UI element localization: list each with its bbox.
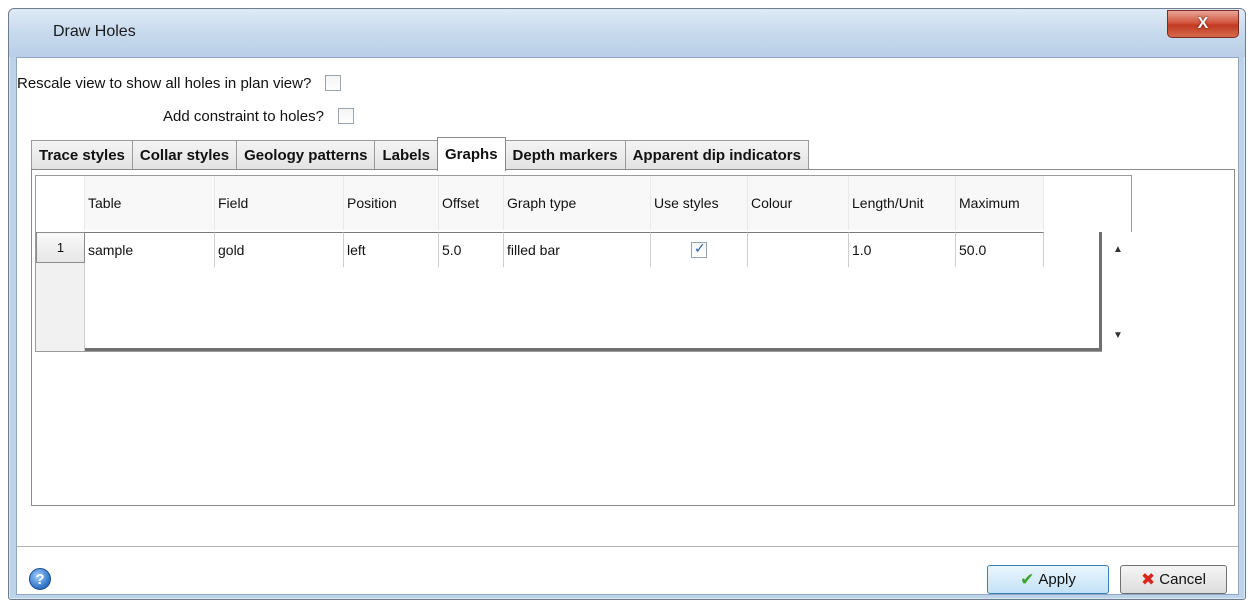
cell-offset[interactable]: 5.0 [439,232,504,267]
tab-bar: Trace styles Collar styles Geology patte… [31,137,809,171]
graphs-tab-panel: Table Field Position Offset Graph type U… [31,169,1235,506]
rescale-label: Rescale view to show all holes in plan v… [17,74,312,92]
header-corner [36,176,85,230]
vertical-scrollbar[interactable]: ▲ ▼ [1102,232,1132,352]
row-header[interactable]: 1 [36,232,85,263]
draw-holes-dialog: Draw Holes X Rescale view to show all ho… [8,8,1246,600]
footer-divider [17,546,1238,547]
column-header-length-unit[interactable]: Length/Unit [849,176,956,230]
tab-collar-styles[interactable]: Collar styles [131,140,238,170]
cell-position[interactable]: left [344,232,439,267]
cell-graph-type[interactable]: filled bar [504,232,651,267]
tab-labels[interactable]: Labels [374,140,439,170]
green-check-icon: ✔ [1020,569,1035,589]
column-header-field[interactable]: Field [215,176,344,230]
graphs-table: Table Field Position Offset Graph type U… [35,175,1132,352]
column-header-table[interactable]: Table [85,176,215,230]
window-title: Draw Holes [53,23,136,40]
cell-table[interactable]: sample [85,232,215,267]
constraint-label: Add constraint to holes? [163,107,324,125]
cell-maximum[interactable]: 50.0 [956,232,1044,267]
cell-use-styles[interactable] [651,232,748,267]
column-header-graph-type[interactable]: Graph type [504,176,651,230]
red-x-icon: ✖ [1141,569,1156,589]
cancel-label: Cancel [1159,571,1206,588]
title-bar[interactable]: Draw Holes X [9,9,1245,57]
cell-field[interactable]: gold [215,232,344,267]
rescale-checkbox[interactable] [325,75,342,91]
tab-apparent-dip-indicators[interactable]: Apparent dip indicators [624,140,809,170]
help-button[interactable]: ? [29,568,51,590]
constraint-checkbox[interactable] [337,108,354,124]
scroll-down-arrow-icon[interactable]: ▼ [1113,330,1123,341]
constraint-option-row: Add constraint to holes? [163,105,354,127]
tab-trace-styles[interactable]: Trace styles [31,140,133,170]
column-header-colour[interactable]: Colour [748,176,849,230]
tab-graphs[interactable]: Graphs [437,137,506,171]
row-header-empty-area [36,263,85,351]
apply-label: Apply [1038,571,1076,588]
cell-colour[interactable] [748,232,849,267]
row-number: 1 [56,240,65,255]
column-header-maximum[interactable]: Maximum [956,176,1044,230]
scroll-up-arrow-icon[interactable]: ▲ [1113,244,1123,255]
table-body: sample gold left 5.0 filled bar 1.0 50.0 [85,232,1101,352]
close-icon: X [1197,15,1209,32]
cancel-button[interactable]: ✖ Cancel [1120,565,1227,594]
cell-length-unit[interactable]: 1.0 [849,232,956,267]
close-button[interactable]: X [1167,10,1239,38]
apply-button[interactable]: ✔ Apply [987,565,1109,594]
tab-depth-markers[interactable]: Depth markers [504,140,626,170]
tab-geology-patterns[interactable]: Geology patterns [236,140,376,170]
column-header-use-styles[interactable]: Use styles [651,176,748,230]
use-styles-checkbox[interactable] [691,240,707,258]
column-header-position[interactable]: Position [344,176,439,230]
question-mark-icon: ? [35,570,45,588]
table-row[interactable]: sample gold left 5.0 filled bar 1.0 50.0 [85,232,1044,267]
column-header-offset[interactable]: Offset [439,176,504,230]
dialog-client-area: Rescale view to show all holes in plan v… [16,57,1239,595]
grid-bottom-border [85,348,1101,351]
rescale-option-row: Rescale view to show all holes in plan v… [17,72,342,94]
table-header: Table Field Position Offset Graph type U… [36,176,1131,230]
